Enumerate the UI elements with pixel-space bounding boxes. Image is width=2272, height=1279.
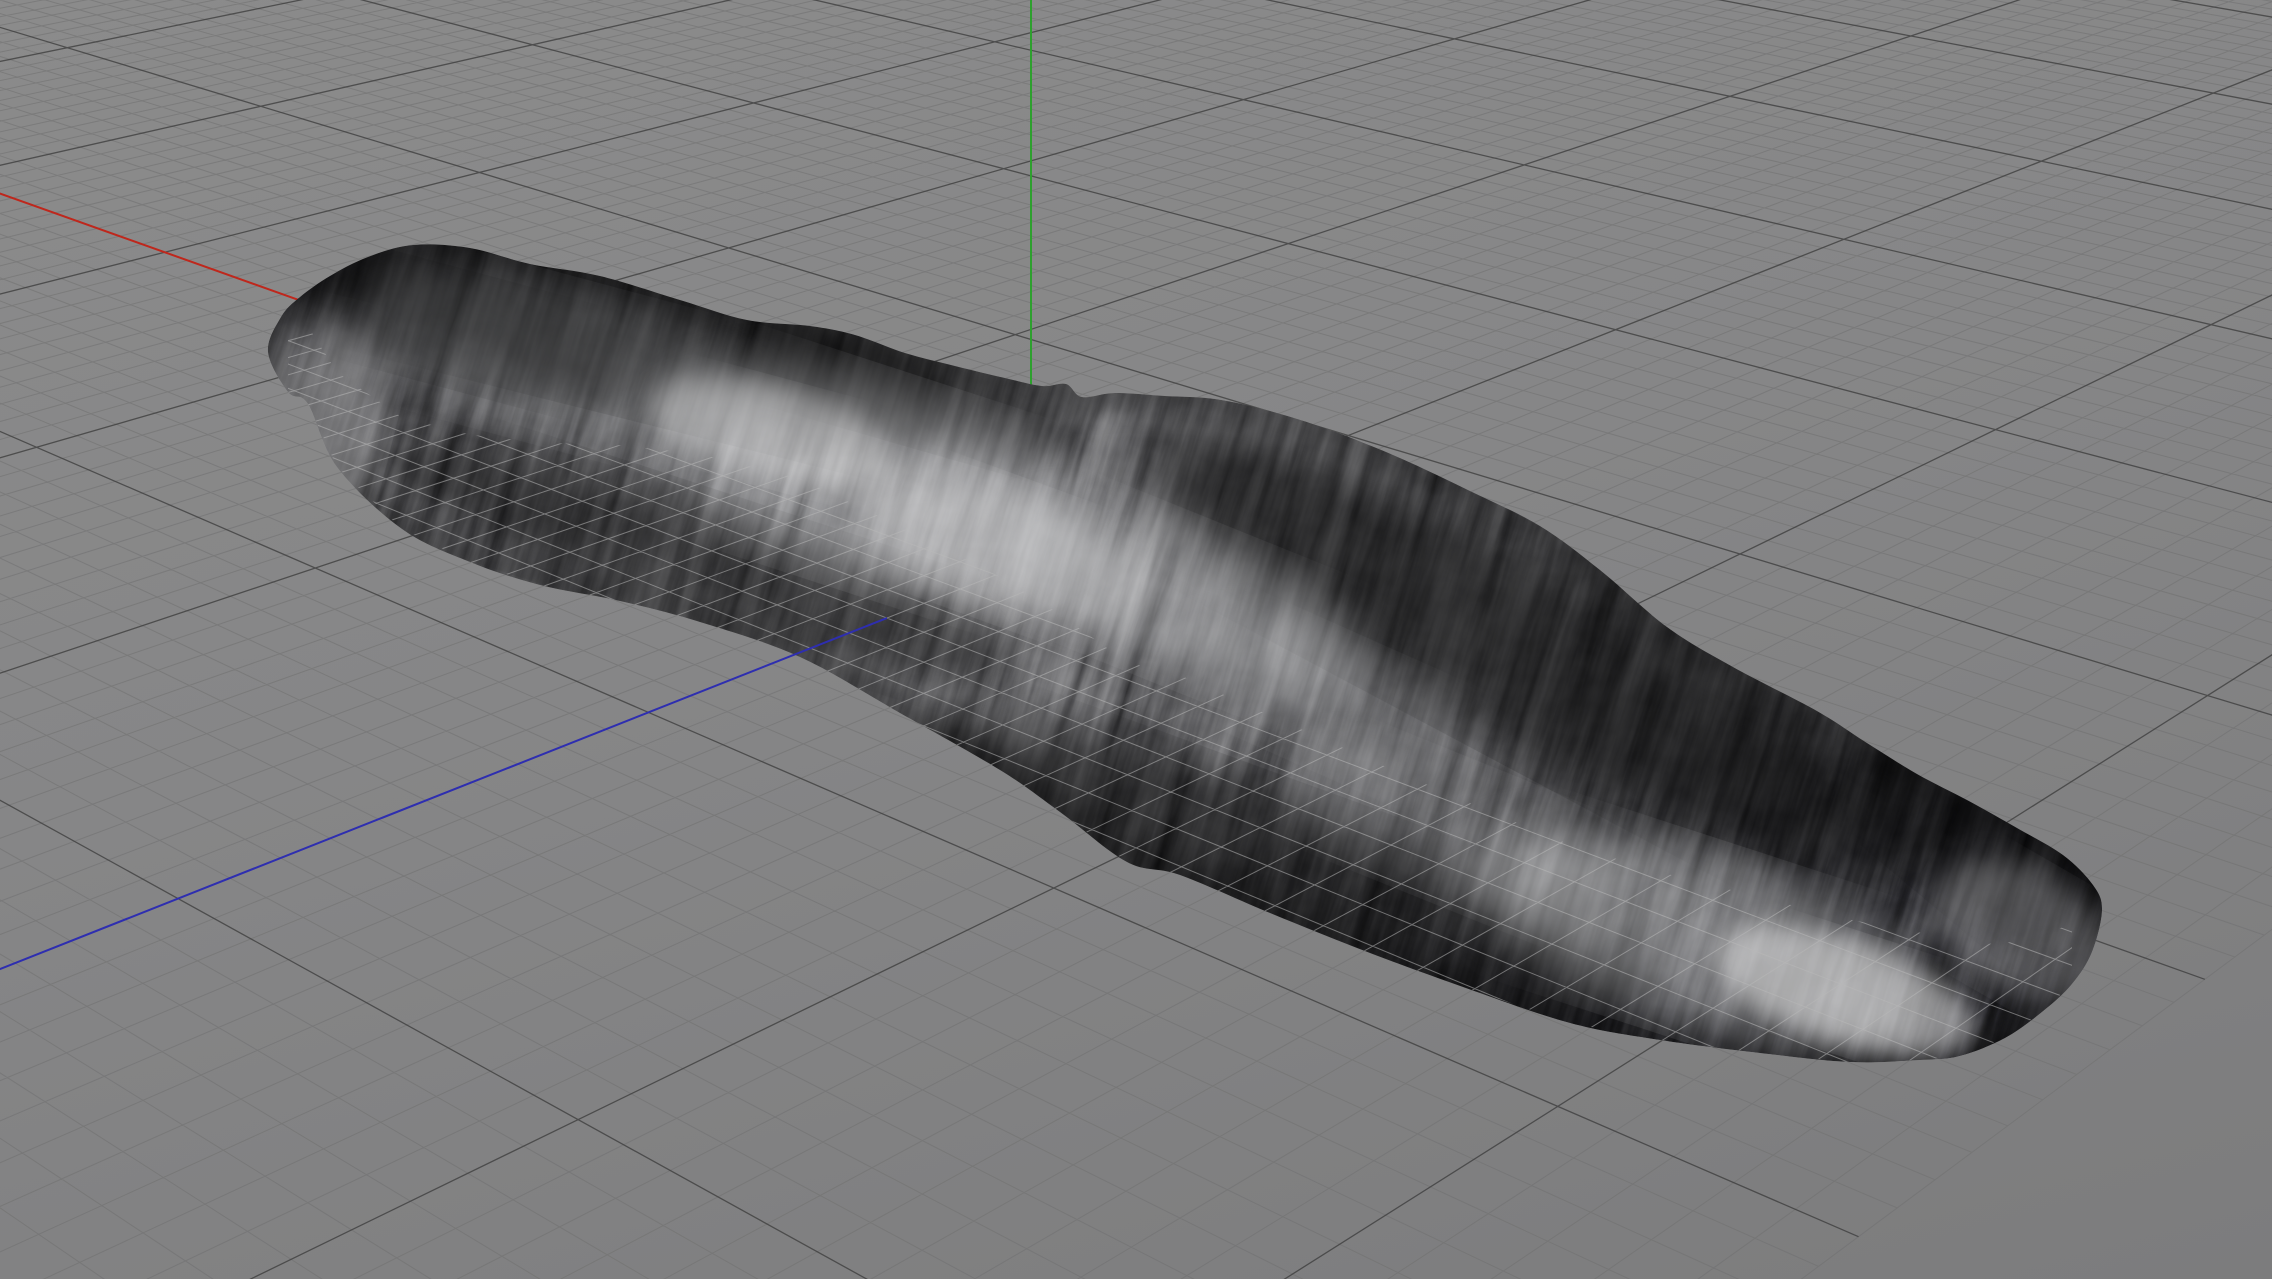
z-axis-line [0,618,887,986]
z-axis-foreground [0,618,887,986]
viewport-3d[interactable] [0,0,2272,1279]
scene-canvas [0,0,2272,1279]
